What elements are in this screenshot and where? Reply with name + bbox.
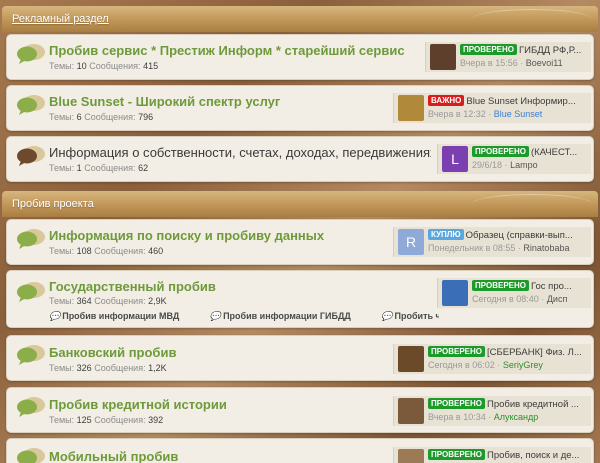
node-stats: Темы: 10 Сообщения: 415 [49, 61, 159, 71]
node-title-link[interactable]: Пробив кредитной истории [49, 397, 409, 412]
avatar[interactable] [398, 346, 424, 372]
last-post-title[interactable]: ПРОВЕРЕНО [СБЕРБАНК] Физ. Л... [428, 346, 590, 358]
section-header-ads[interactable]: Рекламный раздел [2, 6, 598, 32]
forum-node: Банковский пробив Темы: 326 Сообщения: 1… [6, 335, 594, 381]
forum-page: Рекламный раздел Пробив сервис * Престиж… [0, 0, 600, 463]
last-post-title[interactable]: ВАЖНО Blue Sunset Информир... [428, 95, 590, 107]
node-title-link[interactable]: Банковский пробив [49, 345, 409, 360]
last-post: R КУПЛЮ Образец (справки-вып... Понедельн… [393, 227, 591, 257]
avatar[interactable]: R [398, 229, 424, 255]
prefix-badge: КУПЛЮ [428, 229, 464, 240]
prefix-badge: ПРОВЕРЕНО [460, 44, 517, 55]
forum-node: Пробив сервис * Престиж Информ * старейш… [6, 34, 594, 80]
prefix-badge: ПРОВЕРЕНО [428, 398, 485, 409]
node-title-link[interactable]: Мобильный пробив [49, 449, 409, 463]
last-post-title[interactable]: ПРОВЕРЕНО ГИБДД РФ,Р... [460, 44, 590, 56]
node-stats: Темы: 1 Сообщения: 62 [49, 163, 149, 173]
section-header-probiv[interactable]: Пробив проекта [2, 191, 598, 217]
last-post: ПРОВЕРЕНО Гос про... Сегодня в 08:40 · Ди… [437, 278, 591, 308]
chat-icon: 💬 [209, 311, 222, 321]
last-post-user[interactable]: SeriyGrey [503, 360, 543, 370]
decorative-swirl [472, 9, 592, 29]
avatar[interactable] [398, 95, 424, 121]
node-title-link[interactable]: Информация по поиску и пробиву данных [49, 228, 409, 243]
forum-node: Пробив кредитной истории Темы: 125 Сообщ… [6, 387, 594, 433]
last-post-user[interactable]: Rinatobaba [523, 243, 569, 253]
chat-bubbles-icon [17, 345, 45, 365]
subforum-link[interactable]: 💬 Пробив информации ГИБДД [210, 311, 365, 321]
subforum-link[interactable]: 💬Пробить чел [381, 311, 439, 321]
last-post-meta: Вчера в 12:32 · Blue Sunset [428, 109, 543, 119]
last-post-meta: 29/6/18 · Lampo [472, 160, 538, 170]
decorative-swirl [472, 194, 592, 214]
chat-bubbles-icon [17, 95, 45, 115]
forum-node: Государственный пробив Темы: 364 Сообщен… [6, 270, 594, 328]
chat-icon: 💬 [49, 311, 61, 321]
prefix-badge: ПРОВЕРЕНО [428, 346, 485, 357]
last-post-title[interactable]: ПРОВЕРЕНО Пробив кредитной ... [428, 398, 590, 410]
last-post-title[interactable]: ПРОВЕРЕНО Гос про... [472, 280, 590, 292]
node-stats: Темы: 364 Сообщения: 2,9K [49, 296, 167, 306]
chat-bubbles-icon [17, 146, 45, 166]
chat-bubbles-icon [17, 44, 45, 64]
node-title-link[interactable]: Пробив сервис * Престиж Информ * старейш… [49, 43, 409, 58]
avatar[interactable]: L [442, 146, 468, 172]
forum-node: Информация по поиску и пробиву данных Те… [6, 219, 594, 265]
chat-icon: 💬 [381, 311, 393, 321]
chat-bubbles-icon [17, 397, 45, 417]
last-post-user[interactable]: Lampo [510, 160, 538, 170]
last-post: ПРОВЕРЕНО [СБЕРБАНК] Физ. Л... Сегодня в … [393, 344, 591, 374]
avatar[interactable] [430, 44, 456, 70]
last-post-meta: Вчера в 15:56 · Boevoi11 [460, 58, 563, 68]
node-stats: Темы: 125 Сообщения: 392 [49, 415, 164, 425]
last-post-meta: Сегодня в 08:40 · Дисп [472, 294, 568, 304]
prefix-badge: ПРОВЕРЕНО [428, 449, 485, 460]
forum-node: Информация о собственности, счетах, дохо… [6, 136, 594, 182]
avatar[interactable] [398, 398, 424, 424]
forum-node: Blue Sunset - Широкий спектр услуг Темы:… [6, 85, 594, 131]
last-post-user[interactable]: Алуксандр [494, 412, 539, 422]
chat-bubbles-icon [17, 229, 45, 249]
last-post-title[interactable]: ПРОВЕРЕНО (КАЧЕСТ... [472, 146, 590, 158]
prefix-badge: ПРОВЕРЕНО [472, 280, 529, 291]
last-post-user[interactable]: Дисп [547, 294, 568, 304]
last-post: ПРОВЕРЕНО ГИБДД РФ,Р... Вчера в 15:56 · B… [425, 42, 591, 72]
last-post-title[interactable]: ПРОВЕРЕНО Пробив, поиск и де... [428, 449, 590, 461]
node-stats: Темы: 326 Сообщения: 1,2K [49, 363, 167, 373]
last-post-user[interactable]: Boevoi11 [526, 58, 563, 68]
avatar[interactable] [398, 449, 424, 463]
node-title-link[interactable]: Информация о собственности, счетах, дохо… [49, 145, 431, 160]
chat-bubbles-icon [17, 282, 45, 302]
last-post: ВАЖНО Blue Sunset Информир... Вчера в 12:… [393, 93, 591, 123]
node-stats: Темы: 6 Сообщения: 796 [49, 112, 154, 122]
avatar[interactable] [442, 280, 468, 306]
node-title-link[interactable]: Государственный пробив [49, 279, 409, 294]
last-post: L ПРОВЕРЕНО (КАЧЕСТ... 29/6/18 · Lampo [437, 144, 591, 174]
chat-bubbles-icon [17, 448, 45, 463]
last-post-title[interactable]: КУПЛЮ Образец (справки-вып... [428, 229, 590, 241]
node-title-link[interactable]: Blue Sunset - Широкий спектр услуг [49, 94, 409, 109]
last-post-user[interactable]: Blue Sunset [494, 109, 543, 119]
forum-node: Мобильный пробив ПРОВЕРЕНО Пробив, поиск … [6, 438, 594, 463]
section-title[interactable]: Пробив проекта [12, 198, 94, 210]
subforum-link[interactable]: 💬 Пробив информации МВД [49, 311, 193, 321]
last-post-meta: Вчера в 10:34 · Алуксандр [428, 412, 539, 422]
last-post-meta: Сегодня в 06:02 · SeriyGrey [428, 360, 543, 370]
prefix-badge: ПРОВЕРЕНО [472, 146, 529, 157]
last-post: ПРОВЕРЕНО Пробив, поиск и де... [393, 447, 591, 463]
last-post: ПРОВЕРЕНО Пробив кредитной ... Вчера в 10… [393, 396, 591, 426]
prefix-badge: ВАЖНО [428, 95, 465, 106]
sub-forum-links: 💬 Пробив информации МВД 💬 Пробив информаци… [49, 311, 439, 322]
node-stats: Темы: 108 Сообщения: 460 [49, 246, 164, 256]
section-title[interactable]: Рекламный раздел [12, 13, 109, 25]
last-post-meta: Понедельник в 08:55 · Rinatobaba [428, 243, 570, 253]
